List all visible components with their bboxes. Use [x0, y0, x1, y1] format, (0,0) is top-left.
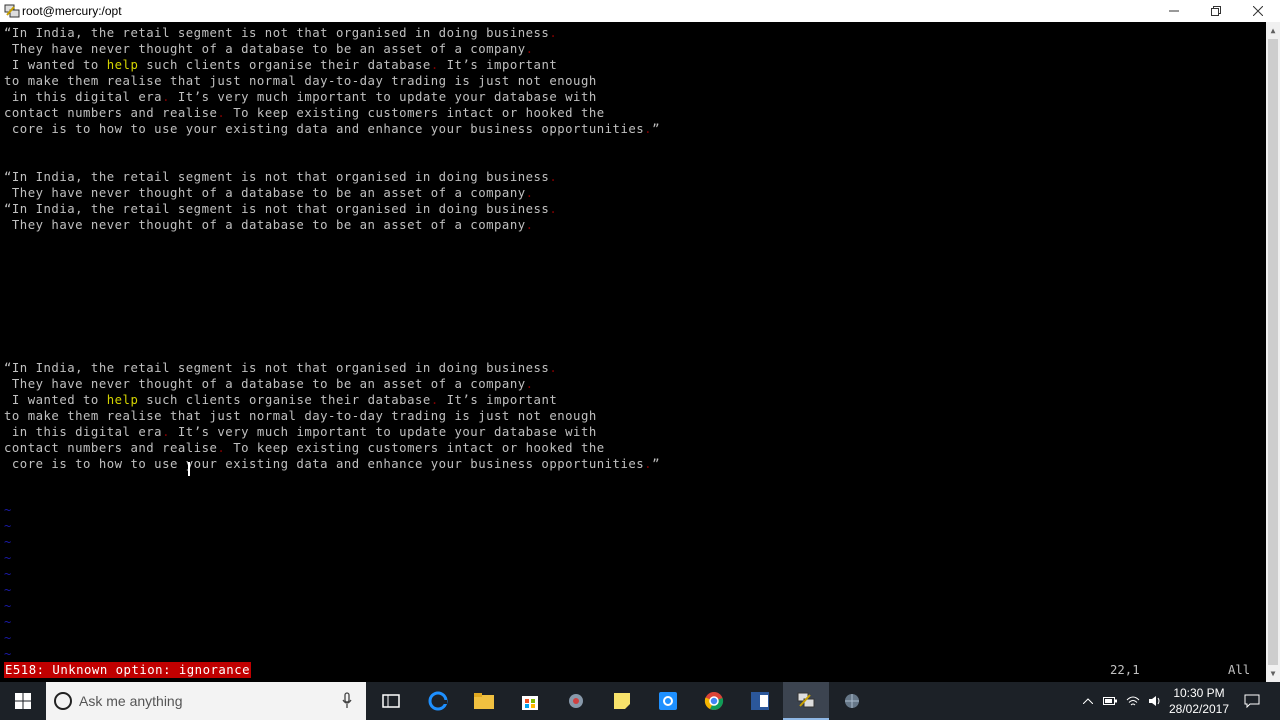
battery-icon — [1103, 697, 1117, 705]
sticky-notes-icon — [614, 693, 630, 709]
wifi-button[interactable] — [1123, 682, 1143, 720]
terminal-area[interactable]: “In India, the retail segment is not tha… — [0, 22, 1266, 682]
minimize-button[interactable] — [1152, 0, 1196, 22]
store-icon — [522, 696, 538, 710]
text-line: They have never thought of a database to… — [4, 218, 534, 232]
microphone-icon[interactable] — [342, 692, 352, 710]
chrome-icon — [704, 692, 724, 710]
notification-icon — [1244, 694, 1260, 708]
text-line: They have never thought of a database to… — [4, 186, 534, 200]
putty-icon — [4, 4, 20, 18]
scroll-thumb[interactable] — [1268, 39, 1278, 665]
taskbar: Ask me anything 10:30 PM 28/02/2017 — [0, 682, 1280, 720]
empty-line-tilde: ~ — [4, 535, 12, 549]
app-button[interactable] — [829, 682, 875, 720]
empty-line-tilde: ~ — [4, 615, 12, 629]
text-line: in this digital era. It’s very much impo… — [4, 90, 597, 104]
restore-icon — [1211, 6, 1221, 16]
chevron-up-icon — [1083, 698, 1093, 704]
clock-time: 10:30 PM — [1173, 686, 1225, 700]
volume-icon — [1149, 696, 1160, 706]
empty-line-tilde: ~ — [4, 503, 12, 517]
text-line: “In India, the retail segment is not tha… — [4, 202, 558, 216]
globe-icon — [845, 694, 859, 708]
search-placeholder: Ask me anything — [79, 693, 183, 709]
cursor-position: 22,1 — [1110, 663, 1140, 677]
text-line: I wanted to help such clients organise t… — [4, 393, 558, 407]
outlook-icon — [659, 692, 677, 710]
text-line: in this digital era. It’s very much impo… — [4, 425, 597, 439]
empty-line-tilde: ~ — [4, 519, 12, 533]
app-button[interactable] — [553, 682, 599, 720]
clock[interactable]: 10:30 PM 28/02/2017 — [1162, 685, 1236, 717]
outlook-button[interactable] — [645, 682, 691, 720]
empty-line-tilde: ~ — [4, 599, 12, 613]
window-titlebar[interactable]: root@mercury:/opt — [0, 0, 1280, 22]
text-line: “In India, the retail segment is not tha… — [4, 26, 558, 40]
text-line: to make them realise that just normal da… — [4, 409, 597, 423]
restore-button[interactable] — [1194, 0, 1238, 22]
putty-task-button[interactable] — [783, 682, 829, 720]
task-view-button[interactable] — [368, 682, 414, 720]
error-message: E518: Unknown option: ignorance — [4, 662, 252, 678]
empty-line-tilde: ~ — [4, 583, 12, 597]
window-title: root@mercury:/opt — [22, 4, 122, 18]
empty-line-tilde: ~ — [4, 551, 12, 565]
word-icon — [751, 692, 769, 710]
edge-button[interactable] — [415, 682, 461, 720]
edge-icon — [428, 691, 448, 711]
text-line: core is to how to use your existing data… — [4, 122, 660, 136]
text-line: They have never thought of a database to… — [4, 42, 534, 56]
folder-icon — [474, 693, 494, 709]
putty-icon — [797, 692, 815, 708]
chrome-button[interactable] — [691, 682, 737, 720]
close-icon — [1253, 6, 1263, 16]
text-line: They have never thought of a database to… — [4, 377, 534, 391]
search-box[interactable]: Ask me anything — [46, 682, 366, 720]
clock-date: 28/02/2017 — [1168, 702, 1230, 716]
windows-logo-icon — [15, 693, 31, 709]
cortana-icon — [54, 692, 72, 710]
text-cursor — [188, 462, 190, 476]
close-button[interactable] — [1236, 0, 1280, 22]
minimize-icon — [1169, 10, 1179, 12]
text-line: contact numbers and realise. To keep exi… — [4, 106, 605, 120]
network-tool-icon — [569, 694, 583, 708]
empty-line-tilde: ~ — [4, 647, 12, 661]
text-line: “In India, the retail segment is not tha… — [4, 361, 558, 375]
action-center-button[interactable] — [1240, 682, 1264, 720]
scroll-down-icon[interactable]: ▼ — [1266, 665, 1280, 682]
empty-line-tilde: ~ — [4, 567, 12, 581]
wifi-icon — [1126, 696, 1140, 706]
scroll-indicator: All — [1228, 663, 1251, 677]
show-hidden-icons-button[interactable] — [1078, 682, 1098, 720]
task-view-icon — [382, 694, 400, 708]
empty-line-tilde: ~ — [4, 631, 12, 645]
scroll-up-icon[interactable]: ▲ — [1266, 22, 1280, 39]
battery-button[interactable] — [1100, 682, 1120, 720]
text-line: to make them realise that just normal da… — [4, 74, 597, 88]
store-button[interactable] — [507, 682, 553, 720]
file-explorer-button[interactable] — [461, 682, 507, 720]
text-line: “In India, the retail segment is not tha… — [4, 170, 558, 184]
text-line: I wanted to help such clients organise t… — [4, 58, 558, 72]
text-line: core is to how to use your existing data… — [4, 457, 660, 471]
text-line: contact numbers and realise. To keep exi… — [4, 441, 605, 455]
sticky-notes-button[interactable] — [599, 682, 645, 720]
start-button[interactable] — [0, 682, 46, 720]
vertical-scrollbar[interactable]: ▲ ▼ — [1266, 22, 1280, 682]
word-button[interactable] — [737, 682, 783, 720]
